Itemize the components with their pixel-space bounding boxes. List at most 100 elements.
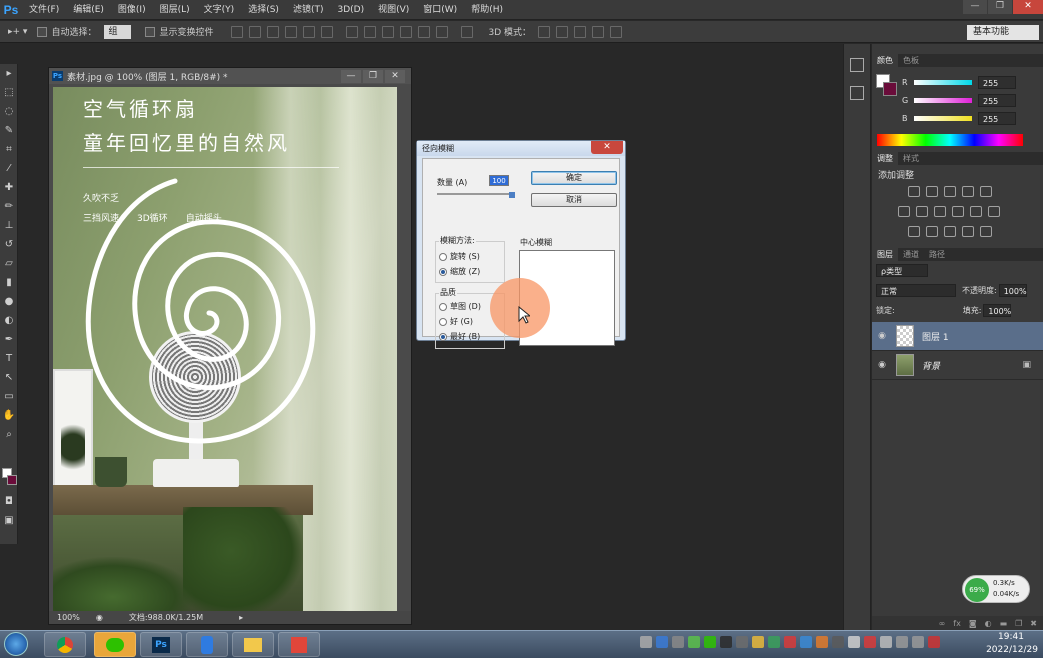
red-channel-slider[interactable] — [914, 80, 972, 85]
zoom-level[interactable]: 100% — [57, 613, 80, 622]
selective-color-icon[interactable] — [980, 226, 992, 237]
distribute-left-icon[interactable] — [400, 25, 413, 38]
tray-app-icon[interactable] — [928, 636, 940, 648]
new-group-icon[interactable]: ▬ — [1000, 619, 1008, 628]
opacity-input[interactable]: 100% — [998, 284, 1027, 297]
taskbar-explorer-icon[interactable] — [232, 632, 274, 657]
align-right-icon[interactable] — [321, 25, 334, 38]
hand-tool-icon[interactable]: ✋ — [0, 406, 18, 425]
align-top-icon[interactable] — [231, 25, 244, 38]
start-button[interactable] — [4, 632, 28, 656]
layer-row-layer1[interactable]: ◉ 图层 1 — [872, 322, 1043, 351]
status-arrow-icon[interactable]: ▸ — [239, 613, 243, 622]
tray-keyboard-icon[interactable] — [640, 636, 652, 648]
clock-date[interactable]: 2022/12/29 — [986, 645, 1038, 655]
quality-draft-radio[interactable]: 草图 (D) — [439, 301, 481, 312]
3d-slide-icon[interactable] — [592, 25, 605, 38]
tray-network-icon[interactable] — [880, 636, 892, 648]
green-channel-input[interactable]: 255 — [978, 94, 1016, 107]
tray-app-icon[interactable] — [912, 636, 924, 648]
move-tool-icon[interactable]: ▸ — [0, 64, 18, 83]
green-channel-slider[interactable] — [914, 98, 972, 103]
quality-good-radio[interactable]: 好 (G) — [439, 316, 473, 327]
new-layer-icon[interactable]: ❐ — [1015, 619, 1022, 628]
tab-channels[interactable]: 通道 — [898, 248, 924, 261]
delete-layer-icon[interactable]: ✖ — [1030, 619, 1037, 628]
auto-select-dropdown[interactable]: 组 — [104, 24, 132, 39]
tray-volume-icon[interactable] — [848, 636, 860, 648]
ok-button[interactable]: 确定 — [531, 171, 617, 185]
tray-app-icon[interactable] — [896, 636, 908, 648]
brush-tool-icon[interactable]: ✏ — [0, 197, 18, 216]
tray-help-icon[interactable] — [656, 636, 668, 648]
eraser-tool-icon[interactable]: ▱ — [0, 254, 18, 273]
link-layers-icon[interactable]: ∞ — [939, 619, 946, 628]
marquee-tool-icon[interactable]: ⬚ — [0, 83, 18, 102]
distribute-top-icon[interactable] — [346, 25, 359, 38]
3d-rotate-icon[interactable] — [538, 25, 551, 38]
layer-row-background[interactable]: ◉ 背景 ▣ — [872, 351, 1043, 380]
image-canvas[interactable]: 空气循环扇 童年回忆里的自然风 久吹不乏 三挡风速 3D循环 自动摇头 — [53, 87, 397, 611]
color-lookup-icon[interactable] — [988, 206, 1000, 217]
posterize-icon[interactable] — [926, 226, 938, 237]
cancel-button[interactable]: 取消 — [531, 193, 617, 207]
color-balance-icon[interactable] — [916, 206, 928, 217]
tray-app-icon[interactable] — [800, 636, 812, 648]
zoom-tool-icon[interactable]: ⌕ — [0, 425, 18, 444]
tab-swatches[interactable]: 色板 — [898, 54, 924, 67]
tray-wechat-icon[interactable] — [704, 636, 716, 648]
layer-style-icon[interactable]: fx — [953, 619, 961, 628]
align-left-icon[interactable] — [285, 25, 298, 38]
new-fill-layer-icon[interactable]: ◐ — [985, 619, 992, 628]
blend-mode-dropdown[interactable]: 正常 — [876, 284, 956, 297]
menu-filter[interactable]: 滤镜(T) — [286, 0, 331, 20]
exposure-icon[interactable] — [962, 186, 974, 197]
menu-select[interactable]: 选择(S) — [241, 0, 286, 20]
amount-input[interactable]: 100 — [489, 175, 509, 186]
vibrance-icon[interactable] — [980, 186, 992, 197]
history-brush-tool-icon[interactable]: ↺ — [0, 235, 18, 254]
menu-help[interactable]: 帮助(H) — [464, 0, 510, 20]
healing-brush-tool-icon[interactable]: ✚ — [0, 178, 18, 197]
network-meter[interactable]: 69% 0.3K/s 0.04K/s — [962, 575, 1030, 603]
menu-file[interactable]: 文件(F) — [22, 0, 66, 20]
taskbar-wechat-icon[interactable] — [94, 632, 136, 657]
menu-type[interactable]: 文字(Y) — [197, 0, 242, 20]
background-color-swatch[interactable] — [7, 475, 17, 485]
doc-close-button[interactable]: ✕ — [385, 69, 405, 83]
align-bottom-icon[interactable] — [267, 25, 280, 38]
amount-slider[interactable] — [437, 193, 513, 195]
tray-app-icon[interactable] — [752, 636, 764, 648]
taskbar-app-icon[interactable] — [278, 632, 320, 657]
gradient-tool-icon[interactable]: ▮ — [0, 273, 18, 292]
properties-panel-icon[interactable] — [850, 86, 864, 100]
restore-button[interactable]: ❐ — [988, 0, 1012, 14]
menu-window[interactable]: 窗口(W) — [416, 0, 464, 20]
method-zoom-radio[interactable]: 缩放 (Z) — [439, 266, 480, 277]
taskbar-chrome-icon[interactable] — [44, 632, 86, 657]
menu-image[interactable]: 图像(I) — [111, 0, 153, 20]
panel-background-swatch[interactable] — [883, 82, 897, 96]
blue-channel-input[interactable]: 255 — [978, 112, 1016, 125]
screen-mode-icon[interactable]: ▣ — [0, 511, 18, 530]
gradient-map-icon[interactable] — [962, 226, 974, 237]
auto-align-icon[interactable] — [461, 25, 474, 38]
3d-scale-icon[interactable] — [610, 25, 623, 38]
tray-app-icon[interactable] — [832, 636, 844, 648]
channel-mixer-icon[interactable] — [970, 206, 982, 217]
levels-icon[interactable] — [926, 186, 938, 197]
clock-time[interactable]: 19:41 — [996, 632, 1026, 642]
distribute-vcenter-icon[interactable] — [364, 25, 377, 38]
color-spectrum-bar[interactable] — [877, 134, 1023, 146]
quality-best-radio[interactable]: 最好 (B) — [439, 331, 480, 342]
auto-select-checkbox[interactable] — [37, 26, 48, 37]
quick-mask-icon[interactable]: ◘ — [0, 492, 18, 511]
transform-controls-checkbox[interactable] — [145, 26, 156, 37]
visibility-eye-icon[interactable]: ◉ — [872, 331, 892, 341]
invert-icon[interactable] — [908, 226, 920, 237]
add-mask-icon[interactable]: ◙ — [969, 619, 977, 628]
quick-select-tool-icon[interactable]: ✎ — [0, 121, 18, 140]
distribute-right-icon[interactable] — [436, 25, 449, 38]
tray-app-icon[interactable] — [736, 636, 748, 648]
status-info-icon[interactable]: ◉ — [96, 613, 103, 622]
